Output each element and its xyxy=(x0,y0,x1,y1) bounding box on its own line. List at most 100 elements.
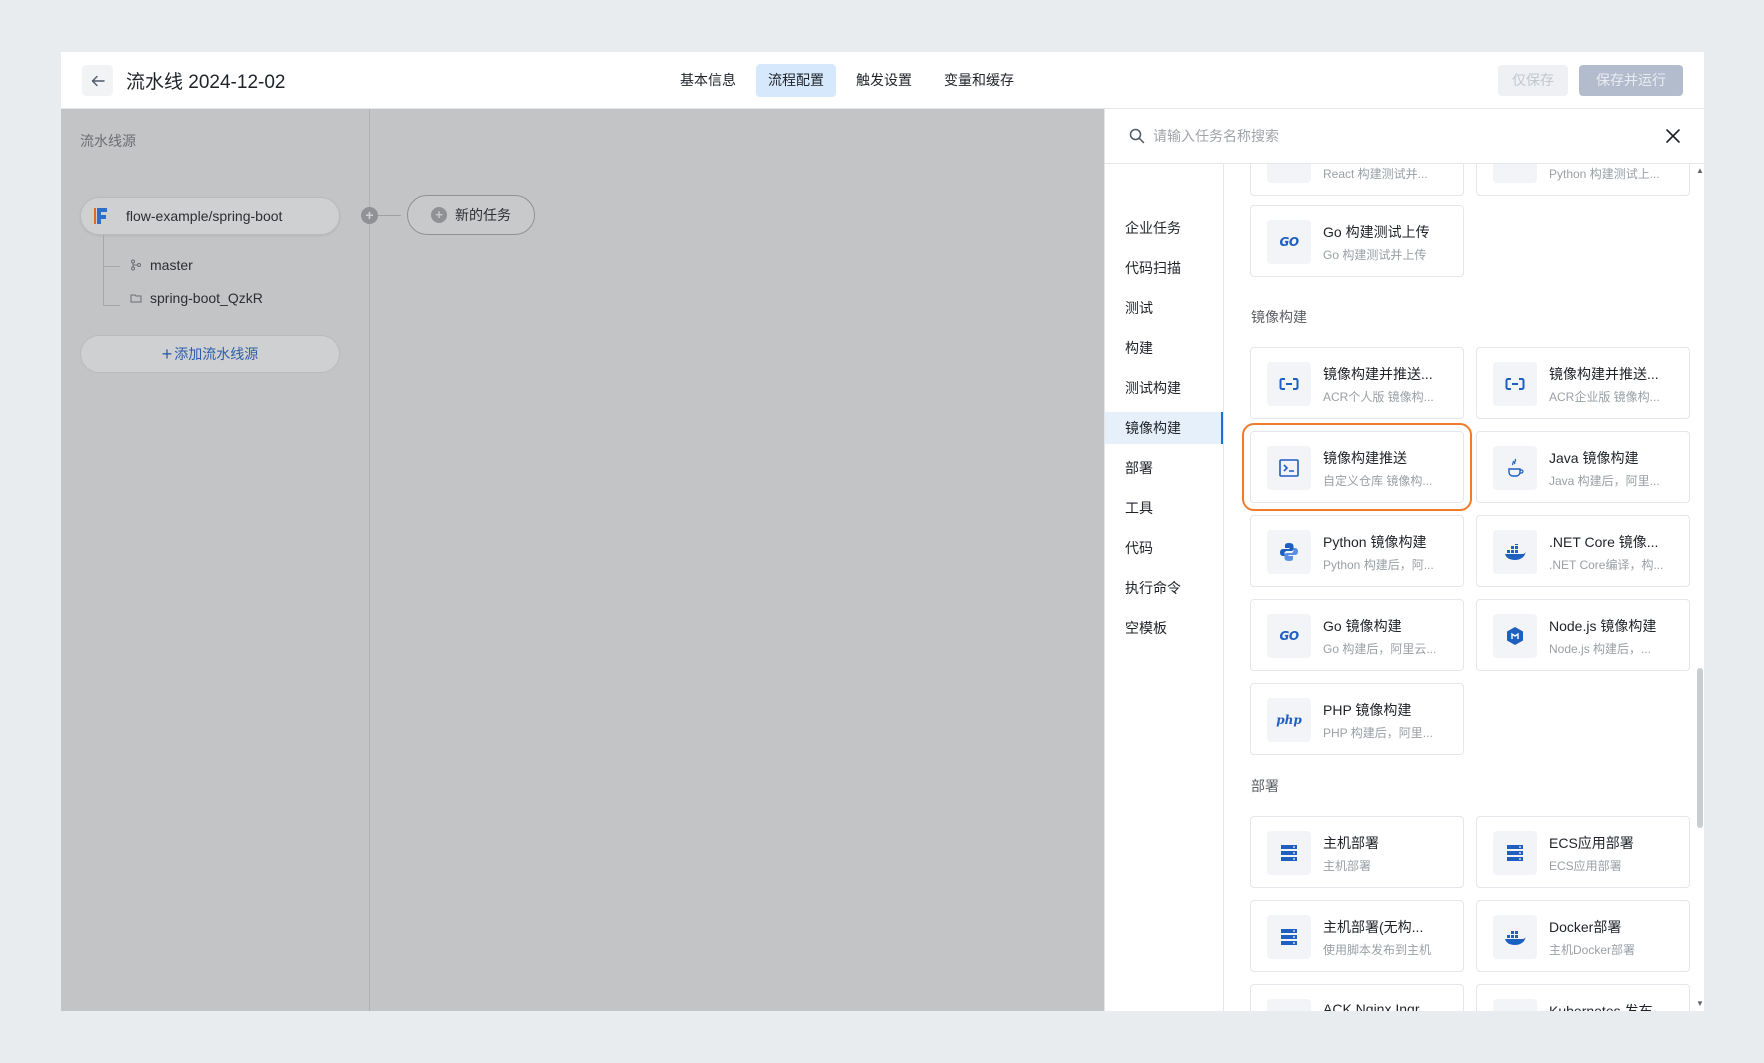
task-card-title: Java 镜像构建 xyxy=(1549,450,1639,466)
task-card[interactable]: Docker部署 主机Docker部署 xyxy=(1476,900,1690,972)
section-title-deploy: 部署 xyxy=(1251,778,1279,794)
pipeline-editor: 流水线 2024-12-02 基本信息 流程配置 触发设置 变量和缓存 仅保存 … xyxy=(61,52,1704,1011)
save-button[interactable]: 仅保存 xyxy=(1498,65,1568,96)
server-icon xyxy=(1267,915,1311,959)
task-card[interactable]: ACK Nginx Ingr... xyxy=(1250,984,1464,1011)
task-card[interactable]: Python 镜像构建 Python 构建后，阿... xyxy=(1250,515,1464,587)
flow-logo-icon xyxy=(94,208,107,224)
task-card[interactable]: React 构建测试并... xyxy=(1250,164,1464,196)
tab-trigger-settings[interactable]: 触发设置 xyxy=(844,64,924,97)
task-card-title: 主机部署(无构... xyxy=(1323,919,1424,935)
scrollbar[interactable]: ▲ ▼ xyxy=(1693,164,1704,1011)
task-card[interactable]: php PHP 镜像构建 PHP 构建后，阿里... xyxy=(1250,683,1464,755)
source-name: flow-example/spring-boot xyxy=(126,208,283,224)
task-card-title: PHP 镜像构建 xyxy=(1323,702,1412,718)
task-card-desc: .NET Core编译，构... xyxy=(1549,558,1664,572)
category-item-code-scan[interactable]: 代码扫描 xyxy=(1105,252,1223,284)
python-icon xyxy=(1493,164,1537,183)
docker-icon xyxy=(1493,530,1537,574)
page-title: 流水线 2024-12-02 xyxy=(126,72,286,93)
task-card[interactable]: GO Go 构建测试上传 Go 构建测试并上传 xyxy=(1250,205,1464,277)
dir-item: spring-boot_QzkR xyxy=(129,290,263,306)
nodejs-icon xyxy=(1493,614,1537,658)
acr-icon xyxy=(1267,362,1311,406)
source-section-title: 流水线源 xyxy=(80,133,136,149)
category-nav: 企业任务 代码扫描 测试 构建 测试构建 镜像构建 部署 工具 代码 执行命令 … xyxy=(1105,164,1224,1011)
task-card[interactable]: Kubernetes 发布 xyxy=(1476,984,1690,1011)
task-card[interactable]: 镜像构建并推送... ACR个人版 镜像构... xyxy=(1250,347,1464,419)
tree-connector xyxy=(103,235,104,305)
tab-flow-config[interactable]: 流程配置 xyxy=(756,64,836,97)
task-card-selected[interactable]: 镜像构建推送 自定义仓库 镜像构... xyxy=(1242,423,1472,511)
task-card-title: Docker部署 xyxy=(1549,919,1622,935)
task-card[interactable]: .NET Core 镜像... .NET Core编译，构... xyxy=(1476,515,1690,587)
task-card[interactable]: Python 构建测试上... xyxy=(1476,164,1690,196)
task-card-title: 镜像构建并推送... xyxy=(1323,366,1433,382)
category-item-test[interactable]: 测试 xyxy=(1105,292,1223,324)
stage-connector xyxy=(378,215,401,216)
dir-name: spring-boot_QzkR xyxy=(150,290,263,306)
kubernetes-icon xyxy=(1267,999,1311,1011)
acr-icon xyxy=(1493,362,1537,406)
category-item-test-build[interactable]: 测试构建 xyxy=(1105,372,1223,404)
category-item-enterprise[interactable]: 企业任务 xyxy=(1105,212,1223,244)
tab-variables-cache[interactable]: 变量和缓存 xyxy=(932,64,1026,97)
category-item-build[interactable]: 构建 xyxy=(1105,332,1223,364)
kubernetes-icon xyxy=(1493,999,1537,1011)
scroll-up-icon[interactable]: ▲ xyxy=(1696,166,1704,175)
server-icon xyxy=(1493,831,1537,875)
task-card-title: Node.js 镜像构建 xyxy=(1549,618,1657,634)
task-card-desc: 使用脚本发布到主机 xyxy=(1323,943,1432,957)
branch-icon xyxy=(129,258,143,272)
go-icon: GO xyxy=(1267,220,1311,264)
search-bar xyxy=(1105,109,1704,164)
tab-basic-info[interactable]: 基本信息 xyxy=(668,64,748,97)
folder-icon xyxy=(129,291,143,305)
new-task-label: 新的任务 xyxy=(455,207,511,223)
task-card[interactable]: 主机部署(无构... 使用脚本发布到主机 xyxy=(1250,900,1464,972)
close-icon[interactable] xyxy=(1663,126,1683,146)
task-card[interactable]: Node.js 镜像构建 Node.js 构建后，... xyxy=(1476,599,1690,671)
tree-connector xyxy=(103,266,120,267)
task-card-title: 镜像构建推送 xyxy=(1323,450,1407,466)
save-and-run-button[interactable]: 保存并运行 xyxy=(1579,65,1683,96)
task-card-desc: PHP 构建后，阿里... xyxy=(1323,726,1433,740)
task-card-desc: 自定义仓库 镜像构... xyxy=(1323,474,1433,488)
task-card[interactable]: GO Go 镜像构建 Go 构建后，阿里云... xyxy=(1250,599,1464,671)
add-source-button[interactable]: + 添加流水线源 xyxy=(80,335,340,373)
task-card[interactable]: 主机部署 主机部署 xyxy=(1250,816,1464,888)
go-icon: GO xyxy=(1267,614,1311,658)
react-icon xyxy=(1267,164,1311,183)
task-card[interactable]: ECS应用部署 ECS应用部署 xyxy=(1476,816,1690,888)
category-item-tools[interactable]: 工具 xyxy=(1105,492,1223,524)
add-stage-plus-icon[interactable]: + xyxy=(361,207,378,224)
source-card[interactable]: flow-example/spring-boot xyxy=(80,197,340,235)
category-item-code[interactable]: 代码 xyxy=(1105,532,1223,564)
docker-icon xyxy=(1493,915,1537,959)
task-card-title: Go 构建测试上传 xyxy=(1323,224,1430,240)
task-card[interactable]: 镜像构建并推送... ACR企业版 镜像构... xyxy=(1476,347,1690,419)
tree-connector xyxy=(103,305,120,306)
plus-icon: + xyxy=(161,343,173,364)
plus-circle-icon: + xyxy=(431,207,447,223)
canvas-divider xyxy=(369,109,370,1011)
task-card-desc: 主机Docker部署 xyxy=(1549,943,1636,957)
branch-item: master xyxy=(129,257,193,273)
back-button[interactable] xyxy=(82,65,113,96)
header: 流水线 2024-12-02 基本信息 流程配置 触发设置 变量和缓存 仅保存 … xyxy=(61,52,1704,109)
task-card-desc: ACR个人版 镜像构... xyxy=(1323,390,1434,404)
task-card-desc: 主机部署 xyxy=(1323,859,1372,873)
task-card-title: Python 镜像构建 xyxy=(1323,534,1427,550)
scroll-down-icon[interactable]: ▼ xyxy=(1696,999,1704,1008)
category-item-exec-command[interactable]: 执行命令 xyxy=(1105,572,1223,604)
search-input[interactable] xyxy=(1153,124,1633,148)
category-item-empty-template[interactable]: 空模板 xyxy=(1105,612,1223,644)
task-card-title: 主机部署 xyxy=(1323,835,1379,851)
branch-name: master xyxy=(150,257,193,273)
task-card[interactable]: Java 镜像构建 Java 构建后，阿里... xyxy=(1476,431,1690,503)
scroll-thumb[interactable] xyxy=(1697,668,1703,828)
category-item-image-build[interactable]: 镜像构建 xyxy=(1105,412,1223,444)
new-task-node[interactable]: + 新的任务 xyxy=(407,195,535,235)
category-item-deploy[interactable]: 部署 xyxy=(1105,452,1223,484)
task-card-title: Go 镜像构建 xyxy=(1323,618,1402,634)
